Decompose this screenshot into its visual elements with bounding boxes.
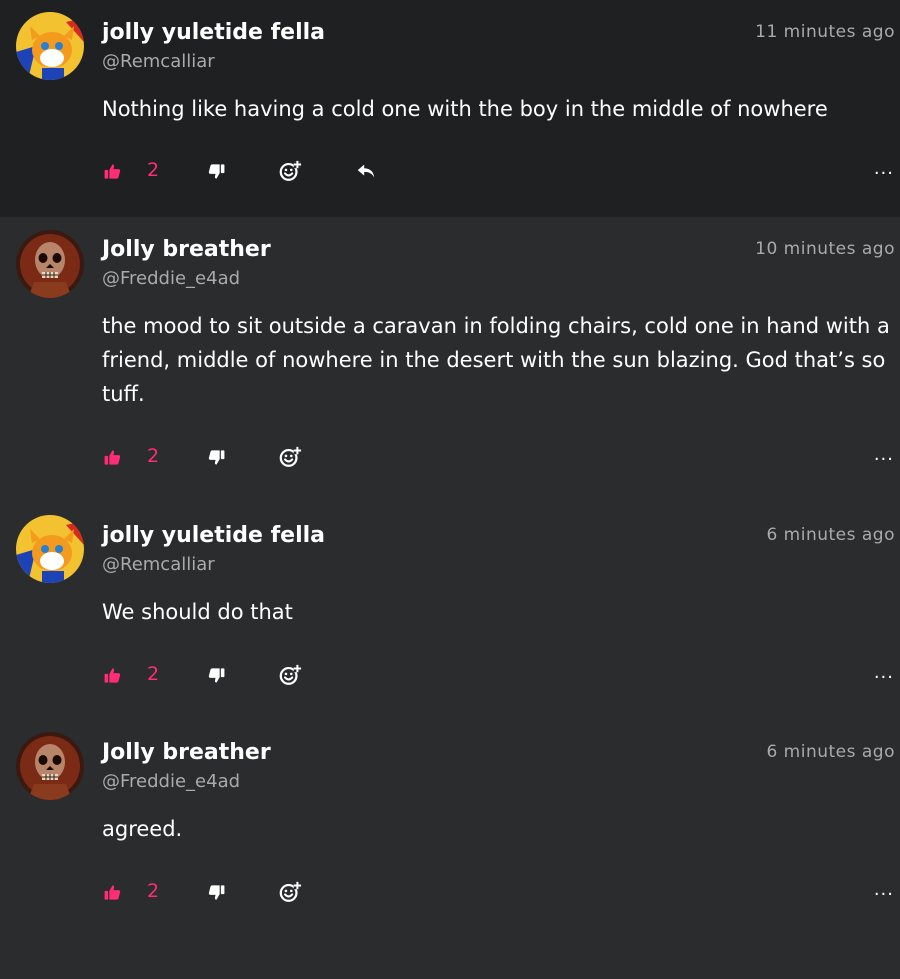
username[interactable]: Jolly breather: [102, 740, 271, 765]
comment-actions: 2 ...: [0, 877, 900, 907]
comment-text: the mood to sit outside a caravan in fol…: [102, 314, 890, 406]
username[interactable]: jolly yuletide fella: [102, 523, 325, 548]
like-button[interactable]: [103, 156, 122, 186]
like-count: 2: [147, 159, 160, 181]
comment-actions: 2 ...: [0, 660, 900, 690]
reply-icon: [355, 160, 377, 182]
timestamp: 11 minutes ago: [755, 22, 895, 42]
timestamp: 6 minutes ago: [766, 525, 895, 545]
user-handle[interactable]: @Remcalliar: [102, 554, 215, 575]
add-reaction-button[interactable]: [278, 156, 302, 186]
like-button[interactable]: [103, 660, 122, 690]
user-handle[interactable]: @Remcalliar: [102, 51, 215, 72]
avatar[interactable]: [16, 515, 84, 583]
comment-text: We should do that: [102, 600, 293, 624]
comment-item: Jolly breather @Freddie_e4ad 10 minutes …: [0, 217, 900, 503]
dislike-button[interactable]: [207, 156, 226, 186]
more-options-icon[interactable]: ...: [874, 158, 894, 179]
dislike-button[interactable]: [207, 442, 226, 472]
comment-item: jolly yuletide fella @Remcalliar 11 minu…: [0, 0, 900, 217]
thumbs-down-icon: [207, 448, 226, 467]
more-options-icon[interactable]: ...: [874, 662, 894, 683]
add-reaction-icon: [278, 663, 302, 687]
thumbs-up-icon: [103, 666, 122, 685]
thumbs-down-icon: [207, 162, 226, 181]
like-count: 2: [147, 663, 160, 685]
dislike-button[interactable]: [207, 877, 226, 907]
avatar[interactable]: [16, 230, 84, 298]
add-reaction-button[interactable]: [278, 877, 302, 907]
comment-text: Nothing like having a cold one with the …: [102, 97, 828, 121]
thumbs-down-icon: [207, 883, 226, 902]
thumbs-down-icon: [207, 666, 226, 685]
username[interactable]: Jolly breather: [102, 237, 271, 262]
comment-item: jolly yuletide fella @Remcalliar 6 minut…: [0, 503, 900, 720]
username[interactable]: jolly yuletide fella: [102, 20, 325, 45]
avatar[interactable]: [16, 732, 84, 800]
dislike-button[interactable]: [207, 660, 226, 690]
add-reaction-icon: [278, 445, 302, 469]
comment-text: agreed.: [102, 817, 183, 841]
timestamp: 10 minutes ago: [755, 239, 895, 259]
like-count: 2: [147, 445, 160, 467]
avatar[interactable]: [16, 12, 84, 80]
comment-actions: 2 ...: [0, 442, 900, 472]
thumbs-up-icon: [103, 448, 122, 467]
like-button[interactable]: [103, 442, 122, 472]
like-button[interactable]: [103, 877, 122, 907]
comment-item: Jolly breather @Freddie_e4ad 6 minutes a…: [0, 720, 900, 979]
add-reaction-icon: [278, 880, 302, 904]
add-reaction-icon: [278, 159, 302, 183]
add-reaction-button[interactable]: [278, 660, 302, 690]
user-handle[interactable]: @Freddie_e4ad: [102, 771, 240, 792]
thumbs-up-icon: [103, 883, 122, 902]
like-count: 2: [147, 880, 160, 902]
thumbs-up-icon: [103, 162, 122, 181]
comment-actions: 2 ...: [0, 156, 900, 186]
more-options-icon[interactable]: ...: [874, 879, 894, 900]
timestamp: 6 minutes ago: [766, 742, 895, 762]
more-options-icon[interactable]: ...: [874, 444, 894, 465]
reply-button[interactable]: [355, 156, 377, 186]
add-reaction-button[interactable]: [278, 442, 302, 472]
user-handle[interactable]: @Freddie_e4ad: [102, 268, 240, 289]
